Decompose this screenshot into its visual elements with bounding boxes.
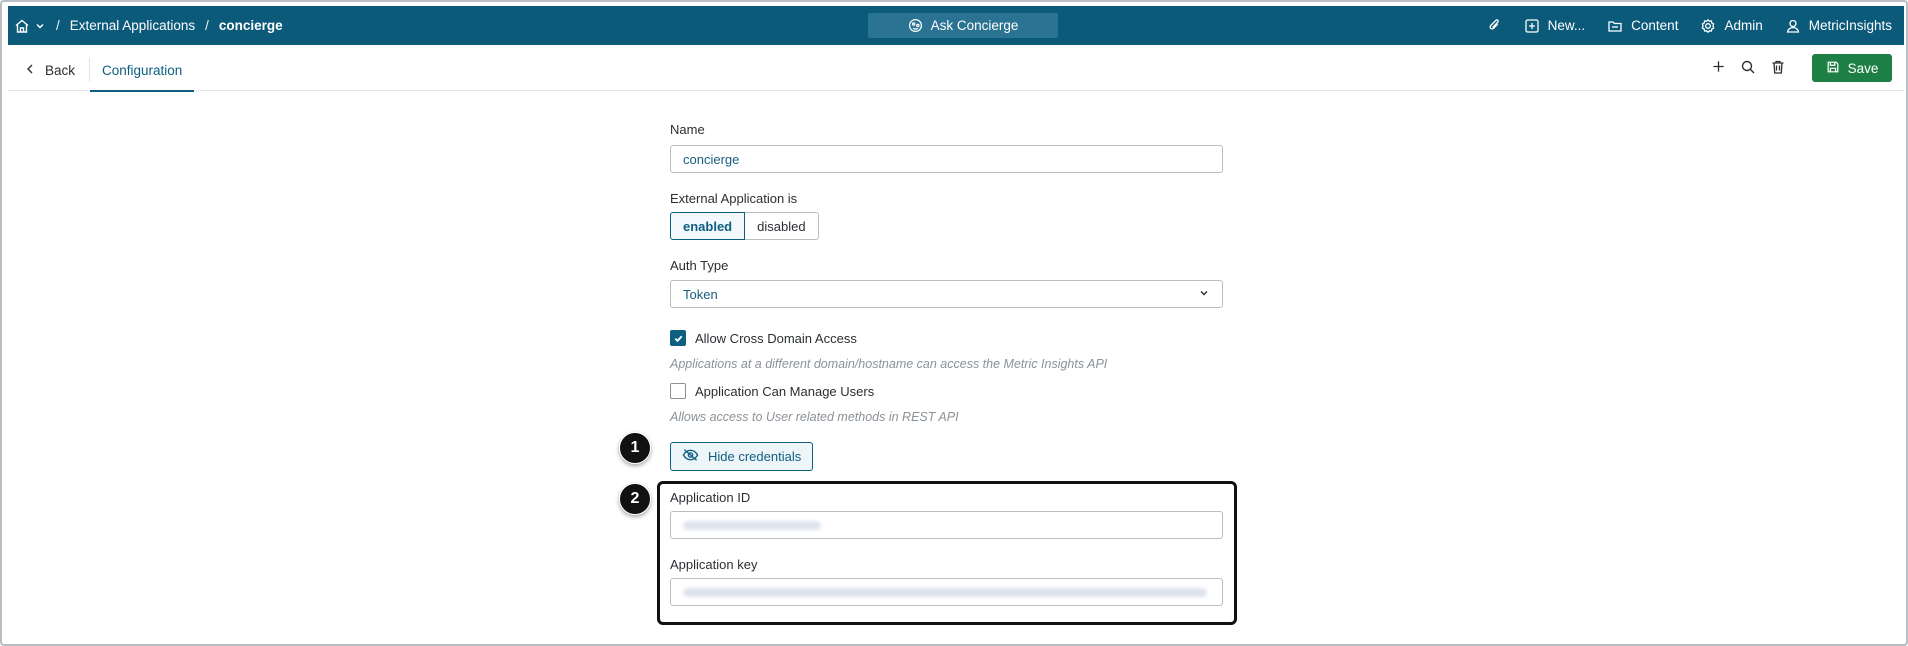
status-disabled-option[interactable]: disabled <box>745 212 819 240</box>
chevron-down-icon <box>1198 287 1210 302</box>
folder-icon <box>1607 18 1623 34</box>
admin-menu[interactable]: Admin <box>1700 18 1763 34</box>
credentials-highlight-box <box>657 481 1237 625</box>
chevron-left-icon <box>25 63 35 78</box>
user-label: MetricInsights <box>1808 18 1892 33</box>
status-label: External Application is <box>670 191 798 206</box>
toolbar: Save <box>1711 54 1892 82</box>
save-icon <box>1826 60 1840 77</box>
back-button[interactable]: Back <box>25 63 75 78</box>
chevron-down-icon <box>34 20 46 32</box>
breadcrumb-external-applications[interactable]: External Applications <box>70 18 195 33</box>
manage-users-checkbox[interactable] <box>670 383 686 399</box>
name-input-value: concierge <box>683 151 740 167</box>
name-input[interactable]: concierge <box>670 145 1223 173</box>
auth-type-label: Auth Type <box>670 258 729 273</box>
eye-off-icon <box>682 448 699 465</box>
cross-domain-hint: Applications at a different domain/hostn… <box>670 357 1108 371</box>
home-icon <box>14 18 30 34</box>
breadcrumb: / External Applications / concierge <box>56 18 283 33</box>
trash-icon[interactable] <box>1770 59 1786 78</box>
status-enabled-option[interactable]: enabled <box>670 212 746 240</box>
content-menu[interactable]: Content <box>1607 18 1678 34</box>
cross-domain-checkbox[interactable] <box>670 330 686 346</box>
save-button[interactable]: Save <box>1812 54 1892 82</box>
admin-label: Admin <box>1724 18 1763 33</box>
manage-users-hint: Allows access to User related methods in… <box>670 410 959 424</box>
name-label: Name <box>670 122 705 137</box>
top-navigation-bar: / External Applications / concierge Ask … <box>8 6 1904 45</box>
manage-users-row: Application Can Manage Users <box>670 383 874 399</box>
breadcrumb-current: concierge <box>218 18 283 33</box>
auth-type-select[interactable]: Token <box>670 280 1223 308</box>
gear-icon <box>1700 18 1716 34</box>
tab-configuration[interactable]: Configuration <box>90 50 195 92</box>
ask-concierge-label: Ask Concierge <box>930 18 1019 33</box>
status-toggle: enabled disabled <box>670 212 819 240</box>
sub-header: Back Configuration Save <box>8 50 1904 92</box>
content-label: Content <box>1631 18 1679 33</box>
ask-concierge-button[interactable]: Ask Concierge <box>868 13 1058 38</box>
manage-users-label: Application Can Manage Users <box>695 383 875 399</box>
cross-domain-row: Allow Cross Domain Access <box>670 330 857 346</box>
add-icon[interactable] <box>1711 59 1726 77</box>
cross-domain-label: Allow Cross Domain Access <box>695 330 857 346</box>
new-menu[interactable]: New... <box>1524 18 1586 34</box>
concierge-icon <box>908 18 923 33</box>
home-menu[interactable] <box>14 18 46 34</box>
new-label: New... <box>1547 18 1586 33</box>
user-menu[interactable]: MetricInsights <box>1785 18 1892 34</box>
tab-configuration-label: Configuration <box>102 62 183 78</box>
top-right-nav: New... Content Admin MetricInsights <box>1487 6 1892 45</box>
paperclip-icon[interactable] <box>1487 18 1502 33</box>
callout-badge-2: 2 <box>619 483 651 515</box>
plus-square-icon <box>1524 18 1540 34</box>
save-label: Save <box>1847 60 1879 76</box>
user-icon <box>1785 18 1801 34</box>
hide-credentials-label: Hide credentials <box>708 449 802 464</box>
back-label: Back <box>45 62 76 78</box>
auth-type-value: Token <box>683 286 718 302</box>
callout-badge-1: 1 <box>619 432 651 464</box>
search-icon[interactable] <box>1740 59 1756 78</box>
hide-credentials-button[interactable]: Hide credentials <box>670 442 814 471</box>
